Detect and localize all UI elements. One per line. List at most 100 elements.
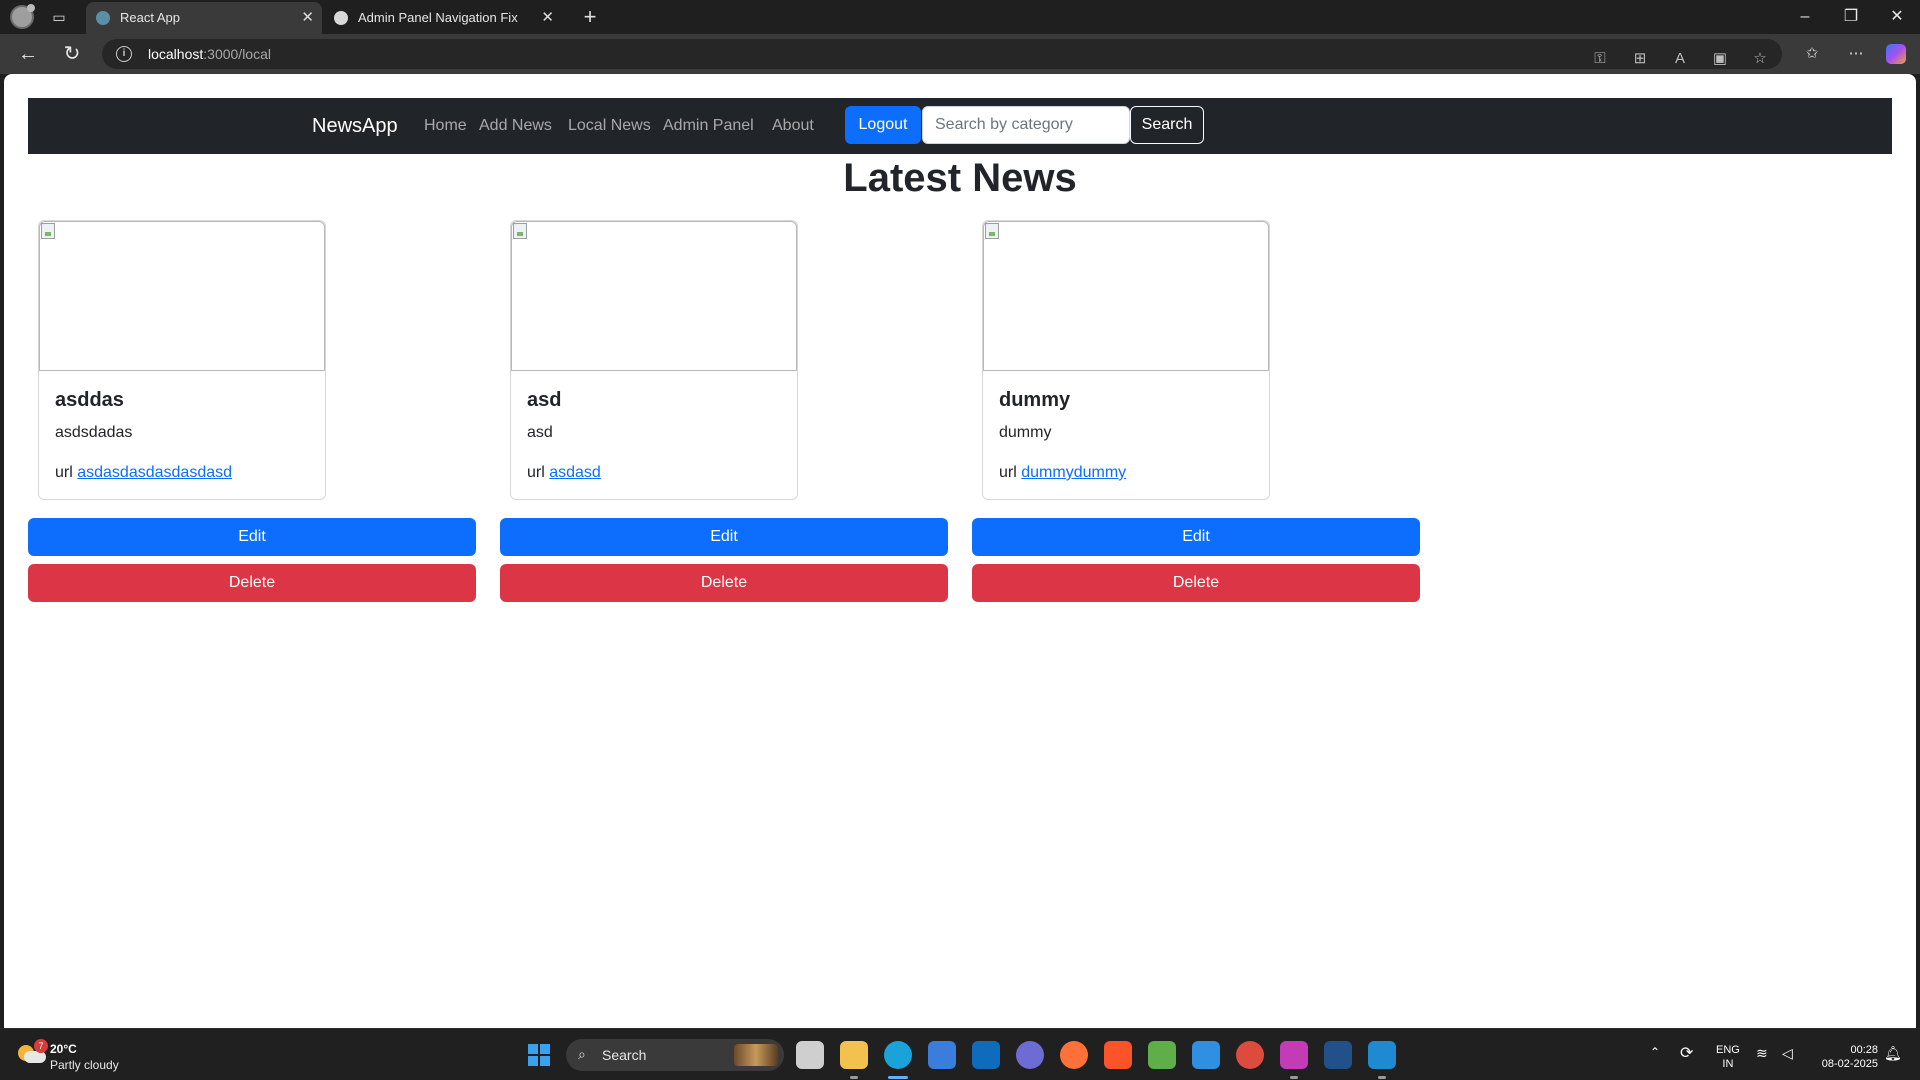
news-title: asd: [527, 389, 562, 411]
outlook-icon[interactable]: [972, 1041, 1000, 1069]
microsoft-store-icon[interactable]: [928, 1041, 956, 1069]
tab-react-app[interactable]: React App ✕: [86, 2, 322, 34]
news-image: [39, 221, 325, 371]
address-url: localhost:3000/local: [148, 46, 271, 62]
news-description: asd: [527, 424, 553, 441]
chat-favicon-icon: [334, 11, 348, 25]
news-url-link[interactable]: asdasdasdasdasdasd: [77, 464, 232, 481]
immersive-reader-icon[interactable]: ▣: [1710, 49, 1730, 69]
notepad-icon[interactable]: [1192, 1041, 1220, 1069]
close-window-icon[interactable]: ✕: [1874, 0, 1920, 34]
nav-link-add-news[interactable]: Add News: [479, 98, 552, 154]
react-favicon-icon: [96, 11, 110, 25]
weather-badge: 7: [34, 1039, 48, 1053]
task-view-icon[interactable]: [796, 1041, 824, 1069]
search-button[interactable]: Search: [1130, 106, 1204, 144]
running-indicator: [1290, 1076, 1298, 1079]
back-icon[interactable]: ←: [14, 40, 42, 68]
news-description: dummy: [999, 424, 1052, 441]
running-indicator: [1378, 1076, 1386, 1079]
page-title: Latest News: [843, 156, 1077, 200]
restore-icon[interactable]: ❐: [1828, 0, 1874, 34]
weather-description[interactable]: Partly cloudy: [50, 1058, 119, 1072]
show-hidden-icons-icon[interactable]: ⌃: [1650, 1045, 1660, 1059]
favorite-star-icon[interactable]: ☆: [1750, 49, 1770, 69]
brand-logo[interactable]: NewsApp: [312, 98, 398, 154]
logout-button[interactable]: Logout: [845, 106, 921, 144]
tab-title: Admin Panel Navigation Fix: [358, 10, 518, 25]
news-title: asddas: [55, 389, 124, 411]
news-card: dummy dummy url dummydummy: [982, 220, 1270, 500]
news-description: asdsdadas: [55, 424, 133, 441]
chrome-icon[interactable]: [1236, 1041, 1264, 1069]
apps-icon[interactable]: ⊞: [1630, 49, 1650, 69]
sheets-icon[interactable]: [1148, 1041, 1176, 1069]
weather-icon[interactable]: 7: [18, 1039, 48, 1065]
key-icon[interactable]: ⚿: [1590, 49, 1610, 69]
firefox-icon[interactable]: [1060, 1041, 1088, 1069]
volume-muted-icon[interactable]: ◁: [1782, 1045, 1793, 1062]
delete-button[interactable]: Delete: [500, 564, 948, 602]
nav-link-admin-panel[interactable]: Admin Panel: [663, 98, 754, 154]
more-options-icon[interactable]: ⋯: [1846, 44, 1866, 64]
weather-temperature[interactable]: 20°C: [50, 1042, 77, 1056]
category-search-input[interactable]: [922, 106, 1130, 144]
ssms-icon[interactable]: [1324, 1041, 1352, 1069]
news-url: url asdasd: [527, 464, 601, 481]
close-tab-icon[interactable]: ✕: [301, 2, 314, 33]
tab-admin-panel[interactable]: Admin Panel Navigation Fix ✕: [324, 2, 562, 34]
broken-image-icon: [41, 223, 55, 239]
read-aloud-icon[interactable]: A: [1670, 49, 1690, 69]
app-icon[interactable]: [1016, 1041, 1044, 1069]
delete-button[interactable]: Delete: [972, 564, 1420, 602]
vscode-icon[interactable]: [1368, 1041, 1396, 1069]
language-indicator[interactable]: ENG IN: [1716, 1043, 1740, 1071]
news-image: [983, 221, 1269, 371]
refresh-icon[interactable]: ↻: [58, 40, 86, 68]
browser-toolbar: ← ↻ i localhost:3000/local ⚿ ⊞ A ▣ ☆ ✩ ⋯: [0, 34, 1920, 74]
delete-button[interactable]: Delete: [28, 564, 476, 602]
site-info-icon[interactable]: i: [116, 46, 132, 62]
broken-image-icon: [513, 223, 527, 239]
page-viewport: NewsApp Home Add News Local News Admin P…: [4, 74, 1916, 1028]
minimize-icon[interactable]: –: [1782, 0, 1828, 34]
notification-bell-icon[interactable]: 🔔︎: [1884, 1045, 1902, 1062]
favorites-icon[interactable]: ✩: [1802, 44, 1822, 64]
address-bar[interactable]: i localhost:3000/local ⚿ ⊞ A ▣ ☆: [102, 39, 1782, 69]
copilot-icon[interactable]: [1886, 44, 1906, 64]
nav-link-local-news[interactable]: Local News: [568, 98, 651, 154]
news-url: url dummydummy: [999, 464, 1127, 481]
news-card: asddas asdsdadas url asdasdasdasdasdasd: [38, 220, 326, 500]
nav-link-home[interactable]: Home: [424, 98, 467, 154]
close-tab-icon[interactable]: ✕: [541, 2, 554, 33]
wifi-icon[interactable]: ≋: [1756, 1045, 1768, 1062]
sync-icon[interactable]: ⟳: [1680, 1043, 1693, 1063]
news-card: asd asd url asdasd: [510, 220, 798, 500]
new-tab-button[interactable]: +: [578, 4, 602, 30]
news-title: dummy: [999, 389, 1071, 411]
edit-button[interactable]: Edit: [500, 518, 948, 556]
news-url: url asdasdasdasdasdasd: [55, 464, 233, 481]
edge-browser-icon[interactable]: [884, 1041, 912, 1069]
news-url-link[interactable]: asdasd: [549, 464, 601, 481]
broken-image-icon: [985, 223, 999, 239]
intellij-icon[interactable]: [1280, 1041, 1308, 1069]
file-explorer-icon[interactable]: [840, 1041, 868, 1069]
taskbar-search-box[interactable]: ⌕ Search: [566, 1039, 784, 1071]
running-indicator: [850, 1076, 858, 1079]
nav-link-about[interactable]: About: [772, 98, 814, 154]
search-highlight-icon: [734, 1044, 778, 1066]
tab-actions-icon[interactable]: ▭: [50, 8, 68, 26]
news-image: [511, 221, 797, 371]
windows-start-icon[interactable]: [528, 1044, 550, 1066]
profile-avatar-icon[interactable]: [10, 4, 35, 29]
news-url-link[interactable]: dummydummy: [1021, 464, 1126, 481]
system-clock[interactable]: 00:28 08-02-2025: [1812, 1043, 1878, 1071]
edit-button[interactable]: Edit: [972, 518, 1420, 556]
active-indicator: [888, 1076, 908, 1079]
edit-button[interactable]: Edit: [28, 518, 476, 556]
taskbar-search-label: Search: [602, 1047, 647, 1063]
brave-icon[interactable]: [1104, 1041, 1132, 1069]
tab-title: React App: [120, 10, 180, 25]
search-icon: ⌕: [578, 1046, 586, 1062]
